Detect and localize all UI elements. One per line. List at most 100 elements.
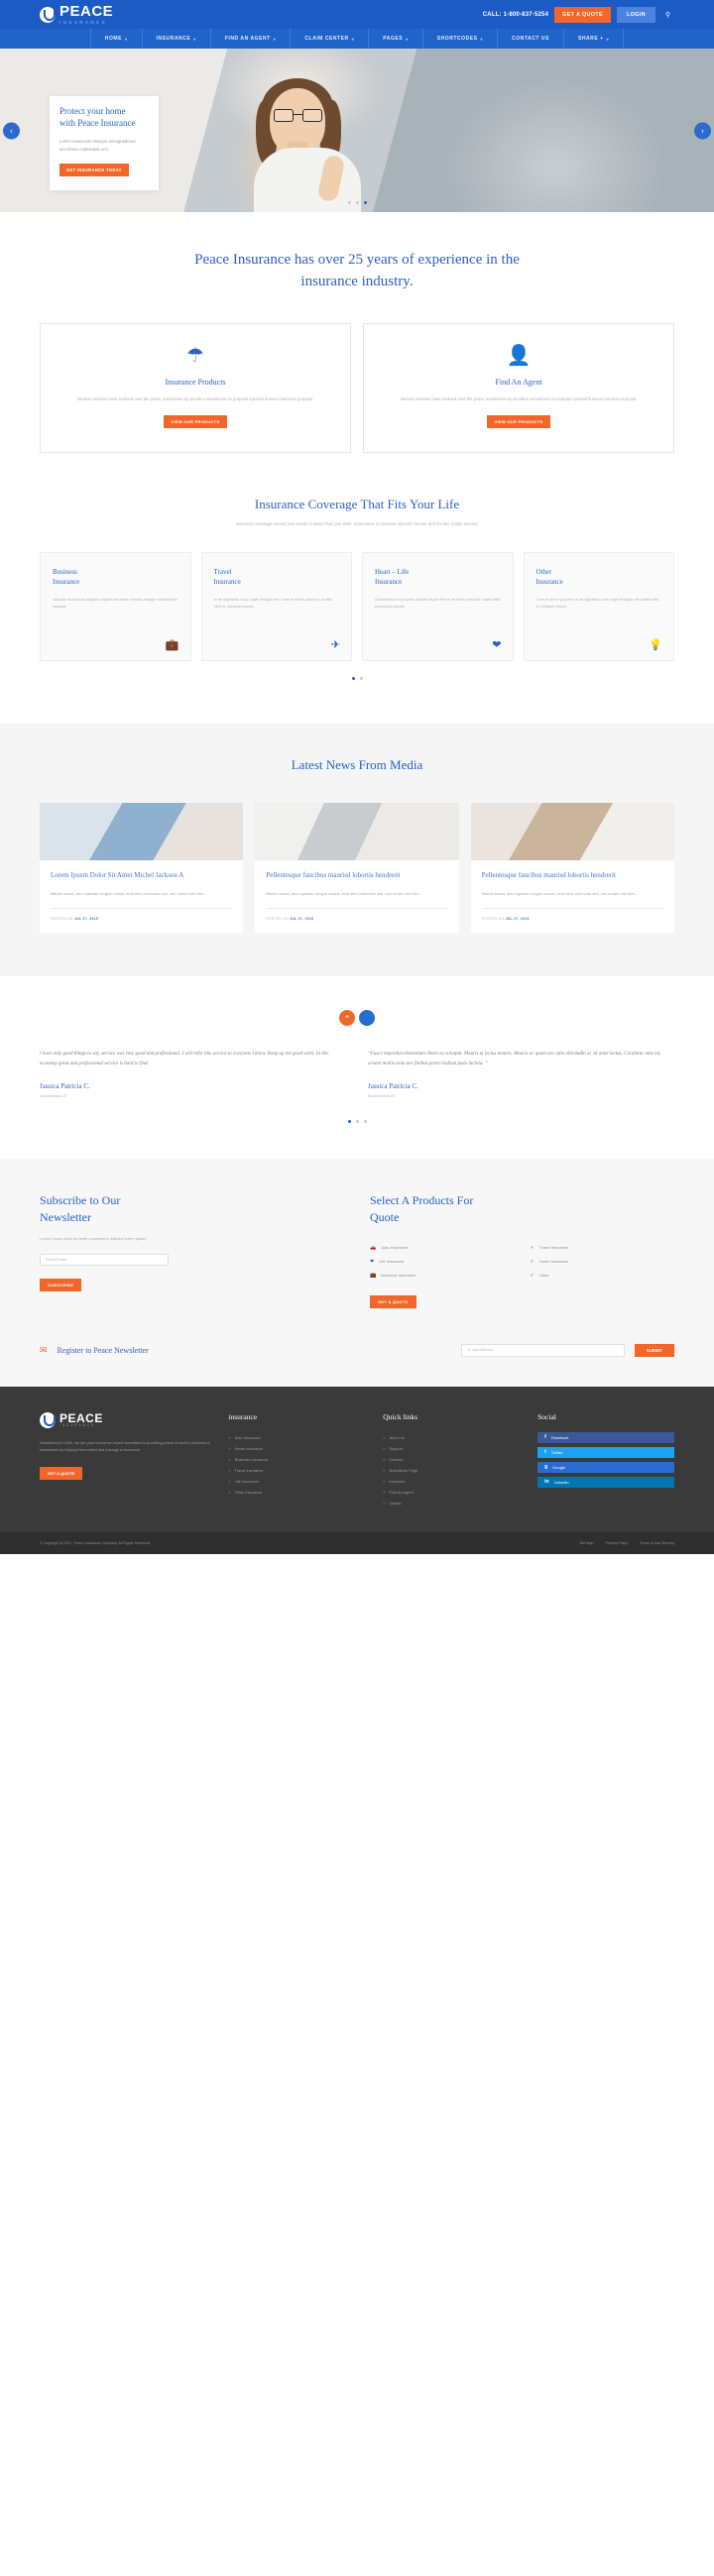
view-our-products-button[interactable]: VIEW OUR PRODUCTS — [486, 415, 551, 429]
hero-slider-dots[interactable] — [0, 201, 714, 204]
hero-cta-button[interactable]: GET INSURANCE TODAY — [60, 163, 129, 176]
footer-get-a-quote-button[interactable]: GET A QUOTE — [40, 1466, 83, 1480]
coverage-slider-dots[interactable] — [40, 677, 674, 681]
product-option-travel-insurance[interactable]: ✓ Travel Insurance — [531, 1241, 675, 1255]
nav-item-claim-center[interactable]: CLAIM CENTER ▾ — [291, 29, 370, 49]
product-option-other[interactable]: ✓ Other — [531, 1269, 675, 1283]
quote-icon[interactable]: ❝ — [339, 1010, 355, 1027]
coverage-card-travel[interactable]: Travel Insurance In ac dignissim nunc, e… — [200, 552, 352, 662]
site-logo[interactable]: PEACE INSURANCE — [40, 4, 113, 25]
hero-person-photo — [248, 78, 367, 212]
nav-item-home[interactable]: HOME ▾ — [89, 29, 143, 49]
footer-logo[interactable]: PEACE INSURANCE — [40, 1411, 210, 1428]
chevron-down-icon: ▾ — [273, 36, 277, 42]
footer-link-business-insurance[interactable]: » Business Insurance — [228, 1454, 365, 1465]
testimonials-section: ❝ 👤 I have only good things to say, serv… — [0, 976, 714, 1160]
nav-label: SHARE + — [577, 36, 604, 42]
newsletter-input[interactable]: Name/Email — [40, 1253, 169, 1266]
slider-dot[interactable] — [363, 1120, 367, 1124]
view-our-products-button[interactable]: VIEW OUR PRODUCTS — [163, 415, 228, 429]
experience-section: Peace Insurance has over 25 years of exp… — [0, 212, 714, 454]
news-card[interactable]: Lorem Ipusm Dolor Sit Amet Michel Jackso… — [40, 803, 244, 934]
footer-link-about-us[interactable]: » About us — [383, 1432, 520, 1443]
news-title[interactable]: Pellentesque faucibus maurisd lobortis h… — [266, 870, 447, 881]
chevron-down-icon: ▾ — [124, 36, 128, 42]
slider-dot[interactable] — [355, 1120, 359, 1124]
phone-number[interactable]: CALL: 1-800-837-5254 — [483, 12, 548, 18]
news-meta-prefix: POSTED ON — [481, 917, 506, 922]
slider-dot-active[interactable] — [363, 201, 367, 204]
news-title[interactable]: Lorem Ipusm Dolor Sit Amet Michel Jackso… — [51, 870, 232, 881]
coverage-card-heart-life[interactable]: Heart – Life Insurance Sometimes on purp… — [362, 552, 514, 662]
footer-link-label: Business Insurance — [234, 1456, 269, 1462]
register-submit-button[interactable]: SUBMIT — [634, 1343, 674, 1357]
product-option-life-insurance[interactable]: ❤ Life Insurance — [370, 1255, 515, 1269]
footer-link-investors[interactable]: » Investors — [383, 1476, 520, 1487]
slider-dot-active[interactable] — [351, 677, 355, 681]
social-link-facebook[interactable]: f Facebook — [537, 1431, 674, 1443]
bullet-icon: » — [383, 1500, 386, 1506]
testimonial-slider-dots[interactable] — [40, 1120, 674, 1124]
nav-item-shortcodes[interactable]: SHORTCODES ▾ — [423, 29, 499, 49]
copyright-text: © Copyright @ 2017, Peace Insurance Comp… — [40, 1540, 152, 1545]
social-link-linkedin[interactable]: in Linkedin — [537, 1476, 674, 1488]
nav-item-share[interactable]: SHARE + ▾ — [564, 29, 625, 49]
footer-link-careers[interactable]: » Careers — [383, 1454, 520, 1465]
footer-link-label: Travel Insurance — [234, 1467, 264, 1473]
register-newsletter-strip: ✉ Register to Peace Newsletter E-mail Ad… — [0, 1337, 714, 1387]
testimonial-name: Jassica Patricia C. — [40, 1082, 90, 1091]
testimonial-role: businessman,US — [40, 1094, 67, 1099]
search-icon[interactable]: ⚲ — [661, 9, 674, 21]
nav-label: HOME — [104, 36, 122, 42]
footer-link-auto-insurance[interactable]: » Auto Insurance — [228, 1432, 365, 1443]
news-card[interactable]: Pellentesque faucibus maurisd lobortis h… — [470, 803, 674, 934]
footer-link-support[interactable]: » Support — [383, 1443, 520, 1454]
testimonial-quote: I have only good things to say, service … — [40, 1052, 329, 1066]
slider-dot[interactable] — [355, 201, 359, 204]
nav-item-find-an-agent[interactable]: FIND AN AGENT ▾ — [211, 29, 292, 49]
login-button[interactable]: LOGIN — [616, 6, 655, 23]
user-icon[interactable]: 👤 — [359, 1010, 375, 1027]
footer-column-heading: Quick links — [383, 1411, 418, 1421]
experience-heading: Peace Insurance has over 25 years of exp… — [40, 250, 674, 293]
footer-link-terms[interactable]: Terms of Use Security — [640, 1541, 674, 1545]
product-option-home-insurance[interactable]: ✓ Home Insurance — [531, 1255, 675, 1269]
footer-link-label: Home Insurance — [234, 1445, 264, 1451]
news-card[interactable]: Pellentesque faucibus maurisd lobortis h… — [255, 803, 459, 934]
nav-item-contact-us[interactable]: CONTACT US — [498, 29, 564, 49]
footer-link-other-insurance[interactable]: » Other Insurance — [228, 1487, 365, 1498]
social-label: Google — [552, 1464, 566, 1470]
footer-link-travel-insurance[interactable]: » Travel Insurance — [228, 1465, 365, 1476]
product-option-business-insurance[interactable]: 💼 Business Insurance — [370, 1269, 515, 1283]
footer-link-home-insurance[interactable]: » Home Insurance — [228, 1443, 365, 1454]
footer-link-site-map[interactable]: Site Map — [579, 1541, 593, 1545]
slider-dot-active[interactable] — [347, 1120, 351, 1124]
get-a-quote-button[interactable]: GET A QUOTE — [554, 6, 611, 23]
nav-item-pages[interactable]: PAGES ▾ — [369, 29, 423, 49]
social-link-twitter[interactable]: t Twitter — [537, 1446, 674, 1458]
news-title[interactable]: Pellentesque faucibus maurisd lobortis h… — [482, 870, 663, 881]
footer-link-brandbook-page[interactable]: » Brandbook Page — [383, 1465, 520, 1476]
coverage-card-text: Aliquam accumsan aliquam sapien aeoneas … — [53, 596, 178, 609]
nav-label: SHORTCODES — [436, 36, 478, 42]
product-option-auto-insurance[interactable]: 🚗 Auto Insurance — [370, 1241, 515, 1255]
news-thumbnail — [255, 803, 459, 861]
coverage-card-business[interactable]: Business Insurance Aliquam accumsan aliq… — [40, 552, 191, 662]
newsletter-heading-line1: Subscribe to Our — [40, 1193, 121, 1208]
footer-link-claims[interactable]: » Claims — [383, 1498, 520, 1509]
heart-icon: ❤ — [492, 639, 502, 652]
slider-next-button[interactable]: › — [694, 122, 711, 139]
register-email-input[interactable]: E-mail Address — [460, 1343, 625, 1357]
get-a-quote-button[interactable]: GET A QUOTE — [370, 1294, 416, 1308]
nav-label: PAGES — [383, 36, 404, 42]
slider-dot[interactable] — [347, 201, 351, 204]
social-link-google[interactable]: g Google — [537, 1461, 674, 1473]
slider-dot[interactable] — [359, 677, 363, 681]
subscribe-button[interactable]: SUBSCRIBE — [40, 1278, 82, 1291]
nav-item-insurance[interactable]: INSURANCE ▾ — [143, 29, 211, 49]
coverage-card-other[interactable]: Other Insurance Cras et lorem posuere in… — [523, 552, 674, 662]
footer-link-find-an-agent[interactable]: » Find An Agent — [383, 1487, 520, 1498]
slider-prev-button[interactable]: ‹ — [3, 122, 20, 139]
footer-link-privacy-policy[interactable]: Privacy Policy — [605, 1541, 627, 1545]
footer-link-life-insurance[interactable]: » Life Insurance — [228, 1476, 365, 1487]
